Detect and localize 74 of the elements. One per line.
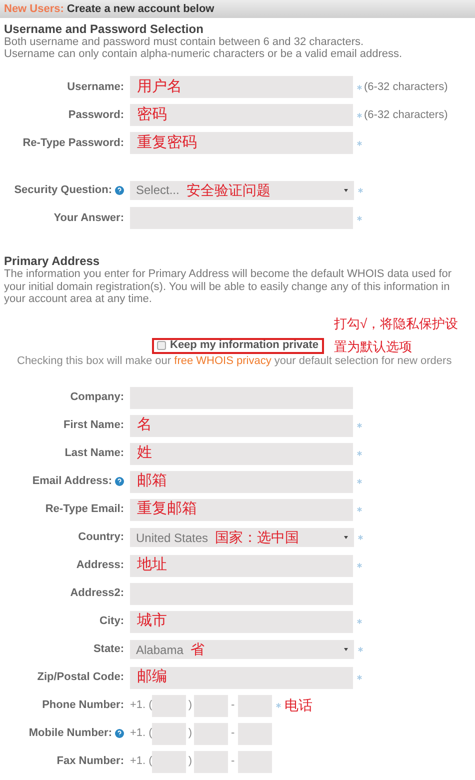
country-code: +1. (	[130, 698, 152, 714]
field-label: State:	[93, 642, 124, 658]
field-label: Company:	[70, 390, 124, 406]
input-field[interactable]: 名	[130, 414, 353, 436]
description-text: Both username and password must contain between 6 and 32 characters.	[4, 36, 365, 48]
annotation-text: 打勾√，将隐私保护设	[334, 314, 458, 332]
field-label: Address2:	[70, 586, 124, 602]
field-label: Fax Number:	[56, 754, 124, 770]
field-label: First Name:	[63, 418, 124, 434]
select-field[interactable]: Alabama 省	[130, 640, 354, 659]
input-field[interactable]	[130, 207, 353, 229]
input-field[interactable]	[194, 750, 228, 772]
field-label: City:	[100, 614, 124, 630]
input-field[interactable]: 地址	[130, 554, 353, 576]
field-label: Password:	[68, 108, 124, 123]
select-field[interactable]: Select... 安全验证问题	[130, 180, 354, 200]
input-field[interactable]	[194, 722, 228, 744]
field-label: Phone Number:	[42, 698, 124, 714]
country-code: +1. (	[130, 726, 152, 742]
input-field[interactable]	[194, 694, 228, 716]
input-field[interactable]	[130, 582, 353, 604]
description-text: The information you enter for Primary Address will become the default WHOIS data used for your initial domain registration(s). You will be able to easily change any of this information in your account area at any time.	[4, 268, 453, 306]
field-label: Security Question:	[14, 182, 112, 198]
help-icon[interactable]	[115, 729, 124, 738]
header-prefix: New Users:	[4, 2, 64, 17]
caret-icon	[344, 188, 348, 192]
privacy-note: Checking this box will make our free WHOIS privacy your default selection for new orders	[17, 354, 452, 368]
help-icon[interactable]	[115, 477, 124, 486]
hint-text: (6-32 characters)	[364, 80, 448, 95]
caret-icon	[344, 648, 348, 651]
input-field[interactable]	[130, 386, 353, 408]
separator-text: )	[188, 754, 192, 770]
hint-text: (6-32 characters)	[364, 108, 448, 123]
field-label: Last Name:	[64, 446, 124, 462]
annotation-text: 电话	[284, 696, 313, 715]
input-field[interactable]: 城市	[130, 610, 353, 632]
input-field[interactable]: 重复邮箱	[130, 498, 353, 520]
help-icon[interactable]	[115, 186, 124, 194]
field-label: Address:	[76, 558, 124, 574]
input-field[interactable]	[238, 722, 272, 744]
caret-icon	[344, 536, 348, 539]
whois-privacy-link[interactable]: free WHOIS privacy	[174, 354, 272, 366]
input-field[interactable]	[238, 694, 272, 716]
separator-text: -	[231, 754, 235, 770]
input-field[interactable]	[152, 722, 186, 744]
section-heading: Primary Address	[4, 254, 101, 268]
input-field[interactable]: 重复密码	[130, 132, 353, 154]
separator-text: )	[188, 726, 192, 742]
country-code: +1. (	[130, 754, 152, 770]
input-field[interactable]: 用户名	[130, 76, 353, 98]
separator-text: -	[231, 726, 235, 742]
field-label: Re-Type Email:	[45, 502, 124, 518]
field-label: Your Answer:	[54, 210, 124, 226]
input-field[interactable]: 密码	[130, 104, 353, 126]
header-title: Create a new account below	[66, 2, 214, 17]
input-field[interactable]	[238, 750, 272, 772]
input-field[interactable]: 姓	[130, 442, 353, 464]
description-text: Username can only contain alpha-numeric characters or be a valid email address.	[4, 48, 404, 60]
field-label: Email Address:	[32, 474, 112, 490]
input-field[interactable]	[152, 750, 186, 772]
field-label: Zip/Postal Code:	[37, 670, 124, 686]
separator-text: )	[188, 698, 192, 714]
select-field[interactable]: United States 国家：选中国	[130, 528, 354, 547]
privacy-checkbox[interactable]: Keep my information private	[152, 338, 324, 354]
annotation-text: 置为默认选项	[334, 338, 413, 356]
field-label: Mobile Number:	[28, 726, 112, 742]
field-label: Re-Type Password:	[22, 136, 124, 151]
field-label: Username:	[67, 80, 124, 95]
field-label: Country:	[78, 530, 124, 546]
input-field[interactable]: 邮箱	[130, 470, 353, 492]
separator-text: -	[231, 698, 235, 714]
input-field[interactable]: 邮编	[130, 666, 353, 688]
section-heading: Username and Password Selection	[4, 22, 204, 36]
input-field[interactable]	[152, 694, 186, 716]
